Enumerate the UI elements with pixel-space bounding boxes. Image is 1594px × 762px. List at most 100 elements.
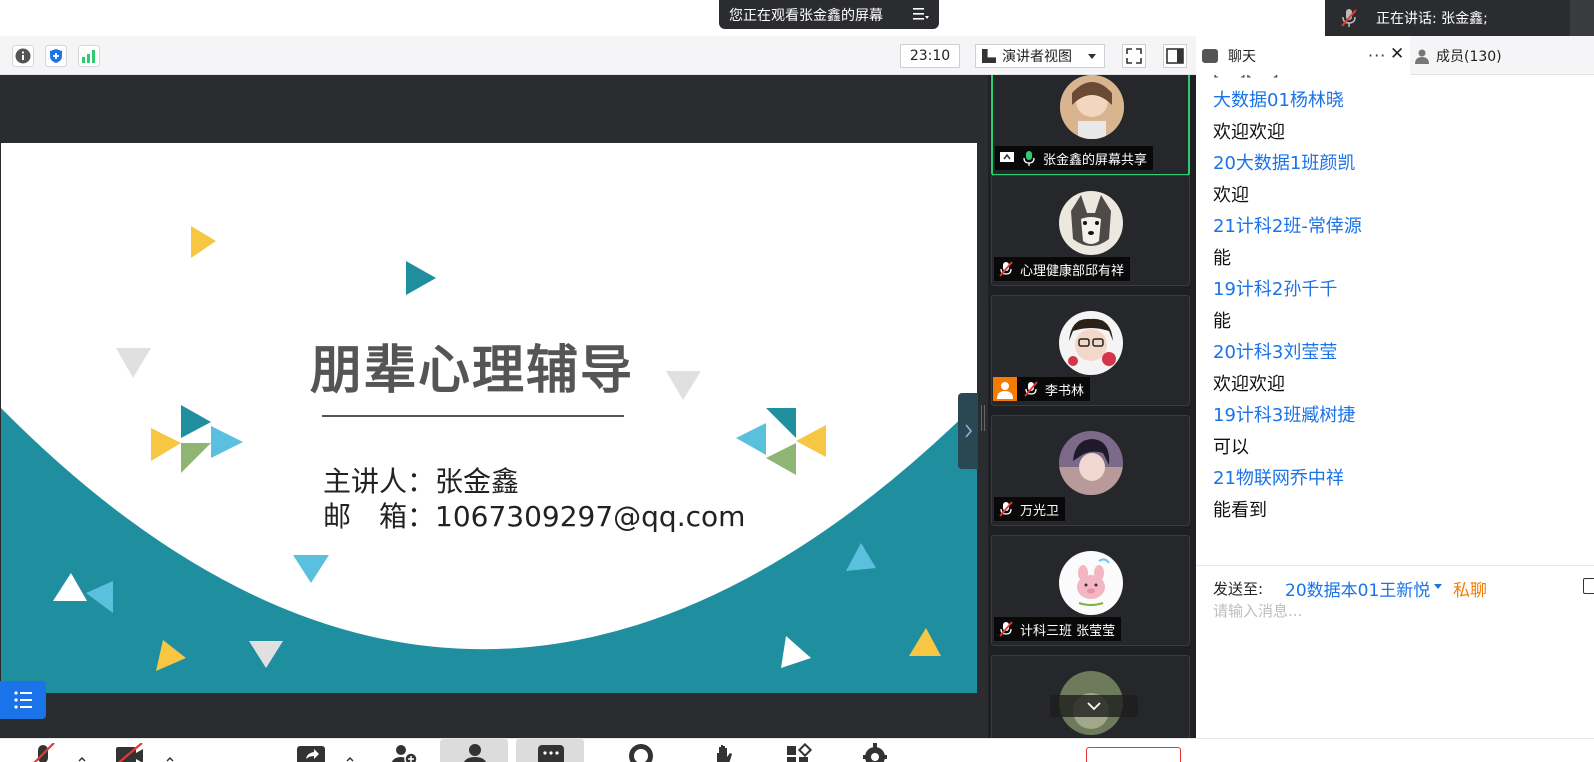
record-icon[interactable] xyxy=(626,743,656,762)
view-mode-select[interactable]: 演讲者视图 xyxy=(975,44,1105,68)
info-icon xyxy=(15,48,31,64)
invite-icon[interactable] xyxy=(388,743,418,762)
screen-share-icon xyxy=(1000,152,1014,162)
email-value: 1067309297@qq.com xyxy=(435,500,746,533)
chat-text: 欢迎欢迎 xyxy=(1213,122,1285,143)
meeting-window: 您正在观看张金鑫的屏幕 正在讲话: 张金鑫; 23:10 演讲者视图 聊天 ··… xyxy=(0,0,1594,762)
gallery-scroll-down-button[interactable] xyxy=(1050,695,1138,717)
meeting-toolbar: 23:10 演讲者视图 xyxy=(0,36,1196,75)
chevron-down-icon[interactable] xyxy=(1434,584,1442,589)
slide-presenter-line: 主讲人：张金鑫 xyxy=(323,460,519,500)
fullscreen-icon xyxy=(1126,48,1142,64)
chat-tab-label: 聊天 xyxy=(1228,48,1256,65)
gear-icon[interactable] xyxy=(860,743,890,762)
chat-header: 聊天 ··· ✕ 成员(130) xyxy=(1196,36,1594,75)
participant-tile[interactable]: 张金鑫的屏幕共享 xyxy=(991,75,1190,176)
file-icon[interactable] xyxy=(1583,578,1594,594)
participants-icon xyxy=(464,744,486,762)
tab-members[interactable]: 成员(130) xyxy=(1414,36,1502,75)
truncated-message: [ ][ ] xyxy=(1213,75,1279,79)
participant-tile[interactable]: 计科三班 张莹莹 xyxy=(991,535,1190,646)
mic-muted-icon xyxy=(999,261,1013,277)
apps-icon[interactable] xyxy=(785,743,815,762)
avatar xyxy=(1059,311,1123,375)
splitter-grip-icon xyxy=(981,405,985,431)
participant-name: 计科三班 张莹莹 xyxy=(1020,623,1116,639)
mic-muted-icon xyxy=(1024,381,1038,397)
shared-screen-stage: 朋辈心理辅导 主讲人：张金鑫 邮 箱：1067309297@qq.com xyxy=(0,75,978,738)
chevron-down-icon xyxy=(1087,702,1101,711)
security-button[interactable] xyxy=(45,45,67,67)
chevron-up-icon[interactable] xyxy=(164,743,176,762)
speaking-indicator: 正在讲话: 张金鑫; xyxy=(1325,0,1594,36)
presentation-slide: 朋辈心理辅导 主讲人：张金鑫 邮 箱：1067309297@qq.com xyxy=(1,143,977,693)
chat-sender[interactable]: 19计科2孙千千 xyxy=(1213,275,1337,301)
presenter-value: 张金鑫 xyxy=(435,465,520,498)
chevron-up-icon[interactable] xyxy=(344,743,356,762)
avatar xyxy=(1059,551,1123,615)
chat-sender[interactable]: 20大数据1班颜凯 xyxy=(1213,149,1355,175)
viewing-indicator[interactable]: 您正在观看张金鑫的屏幕 xyxy=(719,0,939,29)
shield-icon xyxy=(50,49,62,63)
close-icon[interactable]: ✕ xyxy=(1390,44,1404,64)
meeting-timer: 23:10 xyxy=(900,44,960,68)
participant-tile[interactable]: 万光卫 xyxy=(991,415,1190,526)
viewing-text: 您正在观看张金鑫的屏幕 xyxy=(729,7,883,24)
chat-text: 能看到 xyxy=(1213,500,1267,521)
chat-text: 能 xyxy=(1213,311,1231,332)
avatar-badge-icon xyxy=(993,377,1017,401)
participant-name: 张金鑫的屏幕共享 xyxy=(1043,152,1148,168)
splitter[interactable] xyxy=(978,75,988,738)
raise-hand-icon[interactable] xyxy=(709,743,739,762)
slide-outline-button[interactable] xyxy=(0,681,46,719)
chat-sender[interactable]: 大数据01杨林晓 xyxy=(1213,86,1344,112)
mute-mic-icon[interactable] xyxy=(28,743,58,762)
chevron-down-icon xyxy=(1088,54,1096,59)
participant-name: 万光卫 xyxy=(1020,503,1060,519)
slide-divider xyxy=(322,415,624,417)
camera-off-icon[interactable] xyxy=(114,743,144,762)
menu-icon[interactable] xyxy=(913,7,929,21)
layout-icon xyxy=(982,49,996,63)
participant-tile[interactable]: 心理健康部邱有祥 xyxy=(991,175,1190,286)
side-panel-icon xyxy=(1166,48,1184,64)
chat-text: 能 xyxy=(1213,248,1231,269)
email-label: 邮 箱： xyxy=(323,500,436,533)
chat-sender[interactable]: 19计科3班臧树捷 xyxy=(1213,401,1355,427)
fullscreen-button[interactable] xyxy=(1122,44,1146,68)
info-button[interactable] xyxy=(12,45,34,67)
chat-sender[interactable]: 21物联网乔中祥 xyxy=(1213,464,1344,490)
end-meeting-button[interactable] xyxy=(1086,747,1181,762)
more-options-icon[interactable]: ··· xyxy=(1368,46,1386,65)
chat-icon xyxy=(538,745,564,762)
participants-button[interactable] xyxy=(440,739,508,762)
mic-muted-icon xyxy=(999,621,1013,637)
members-tab-label: 成员(130) xyxy=(1436,48,1502,65)
tab-chat[interactable]: 聊天 ··· ✕ xyxy=(1196,36,1410,75)
view-mode-label: 演讲者视图 xyxy=(1002,49,1072,65)
presenter-label: 主讲人： xyxy=(323,465,436,498)
toggle-panel-button[interactable] xyxy=(1163,44,1187,68)
chat-sender[interactable]: 20计科3刘莹莹 xyxy=(1213,338,1337,364)
chat-compose: 发送至: 20数据本01王新悦 私聊 xyxy=(1196,565,1594,738)
share-screen-icon[interactable] xyxy=(296,743,326,762)
message-input[interactable] xyxy=(1213,596,1583,626)
chat-message-list[interactable]: [ ][ ] 大数据01杨林晓 欢迎欢迎 20大数据1班颜凯 欢迎 21计科2班… xyxy=(1196,75,1594,565)
slide-email-line: 邮 箱：1067309297@qq.com xyxy=(323,495,745,535)
chat-button[interactable] xyxy=(516,739,584,762)
participant-tile[interactable]: 李书林 xyxy=(991,295,1190,406)
chat-sender[interactable]: 21计科2班-常倖源 xyxy=(1213,212,1362,238)
participant-name: 心理健康部邱有祥 xyxy=(1020,263,1125,279)
meeting-controls xyxy=(0,738,1594,762)
participant-name-tag: 张金鑫的屏幕共享 xyxy=(995,146,1154,170)
avatar xyxy=(1059,191,1123,255)
chevron-up-icon[interactable] xyxy=(76,743,88,762)
participant-name-tag: 李书林 xyxy=(993,377,1091,401)
top-bar: 您正在观看张金鑫的屏幕 正在讲话: 张金鑫; xyxy=(0,0,1594,36)
avatar xyxy=(1059,431,1123,495)
chat-text: 欢迎 xyxy=(1213,185,1249,206)
collapse-gallery-handle[interactable] xyxy=(958,393,978,469)
mic-muted-icon xyxy=(999,501,1013,517)
participant-name: 李书林 xyxy=(1045,383,1085,399)
signal-button[interactable] xyxy=(78,45,100,67)
